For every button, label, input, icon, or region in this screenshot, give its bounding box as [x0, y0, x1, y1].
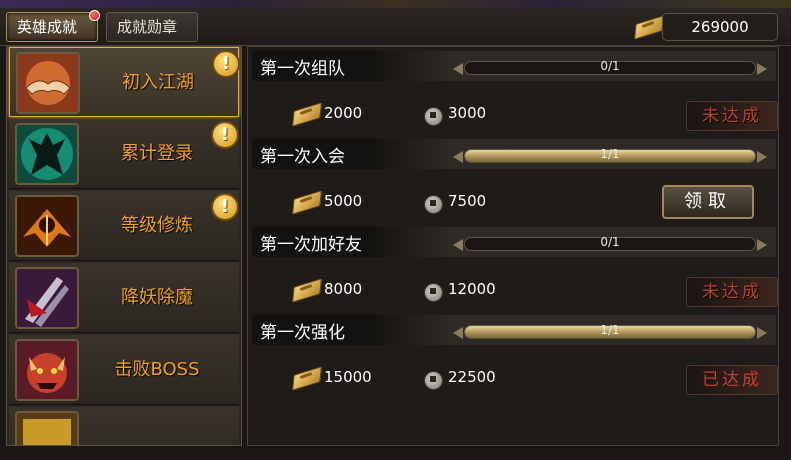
reward-coin-amount: 7500: [448, 192, 487, 210]
alert-icon: !: [212, 50, 240, 78]
reward-ticket-amount: 5000: [324, 192, 363, 210]
reward-coin-amount: 22500: [448, 368, 496, 386]
tab-hero-achievements[interactable]: 英雄成就: [6, 10, 100, 42]
claw-slash-icon: [15, 267, 79, 329]
achievement-title: 第一次组队: [260, 59, 345, 79]
progress-bar: 1/1: [453, 323, 767, 339]
coin-icon: [424, 283, 444, 302]
sidebar-item-deng-ji-xiu-lian[interactable]: 等级修炼 !: [9, 191, 239, 261]
ticket-icon: [290, 103, 322, 125]
reward-coin-amount: 12000: [448, 280, 496, 298]
currency-display: 269000: [632, 10, 782, 44]
sidebar-item-label: 降妖除魔: [121, 287, 193, 308]
achievement-title: 第一次入会: [260, 147, 345, 167]
reward-coin-amount: 3000: [448, 104, 487, 122]
notification-dot-icon: [89, 10, 100, 21]
achievement-list-panel: 第一次组队 0/1 2000 3000 未达成 第一次入会 1/1 5000 7…: [247, 46, 779, 446]
sidebar-item-label: 等级修炼: [121, 215, 193, 236]
progress-bar: 0/1: [453, 59, 767, 75]
gold-emblem-icon: [15, 411, 79, 445]
demon-face-icon: [15, 339, 79, 401]
coin-icon: [424, 195, 444, 214]
sidebar-item-label: 累计登录: [121, 143, 193, 164]
currency-amount: 269000: [662, 13, 778, 41]
alert-icon: !: [211, 193, 239, 221]
sidebar-item-lei-ji-deng-lu[interactable]: 累计登录 !: [9, 119, 239, 189]
row-header: 第一次强化 1/1: [252, 315, 776, 345]
sidebar-item-ji-bai-boss[interactable]: 击败BOSS: [9, 335, 239, 405]
progress-bar: 0/1: [453, 235, 767, 251]
progress-text: 1/1: [600, 323, 620, 337]
achievement-row: 第一次强化 1/1 15000 22500 已达成: [252, 313, 778, 401]
reward-ticket-amount: 2000: [324, 104, 363, 122]
ticket-icon: [290, 367, 322, 389]
status-done: 已达成: [686, 365, 778, 395]
achievement-title: 第一次强化: [260, 323, 345, 343]
ticket-icon: [632, 16, 664, 38]
achievement-title: 第一次加好友: [260, 235, 362, 255]
reward-ticket-amount: 8000: [324, 280, 363, 298]
warrior-glow-icon: [15, 123, 79, 185]
sidebar-item-xiang-yao-chu-mo[interactable]: 降妖除魔: [9, 263, 239, 333]
claim-button[interactable]: 领取: [662, 185, 754, 219]
progress-text: 0/1: [600, 59, 620, 73]
progress-text: 0/1: [600, 235, 620, 249]
alert-icon: !: [211, 121, 239, 149]
sidebar-item-label: 初入江湖: [122, 72, 194, 93]
sidebar-item-partial[interactable]: [9, 407, 239, 445]
handshake-icon: [16, 52, 80, 114]
achievement-category-list: 初入江湖 ! 累计登录 ! 等级修炼 ! 降妖除魔 击败BOSS: [6, 46, 242, 446]
progress-bar: 1/1: [453, 147, 767, 163]
row-header: 第一次组队 0/1: [252, 51, 776, 81]
tab-label: 英雄成就: [17, 18, 78, 36]
tab-label: 成就勋章: [117, 18, 178, 36]
row-header: 第一次入会 1/1: [252, 139, 776, 169]
achievement-row: 第一次组队 0/1 2000 3000 未达成: [252, 49, 778, 137]
progress-text: 1/1: [600, 147, 620, 161]
row-header: 第一次加好友 0/1: [252, 227, 776, 257]
sidebar-item-label: 击败BOSS: [114, 359, 200, 380]
status-not-reached: 未达成: [686, 101, 778, 131]
tab-achievement-medals[interactable]: 成就勋章: [106, 12, 198, 42]
reward-ticket-amount: 15000: [324, 368, 372, 386]
achievement-row: 第一次加好友 0/1 8000 12000 未达成: [252, 225, 778, 313]
ticket-icon: [290, 191, 322, 213]
ticket-icon: [290, 279, 322, 301]
sidebar-item-chu-ru-jiang-hu[interactable]: 初入江湖 !: [9, 47, 240, 117]
coin-icon: [424, 371, 444, 390]
achievement-row: 第一次入会 1/1 5000 7500 领取: [252, 137, 776, 225]
coin-icon: [424, 107, 444, 126]
status-not-reached: 未达成: [686, 277, 778, 307]
winged-figure-icon: [15, 195, 79, 257]
